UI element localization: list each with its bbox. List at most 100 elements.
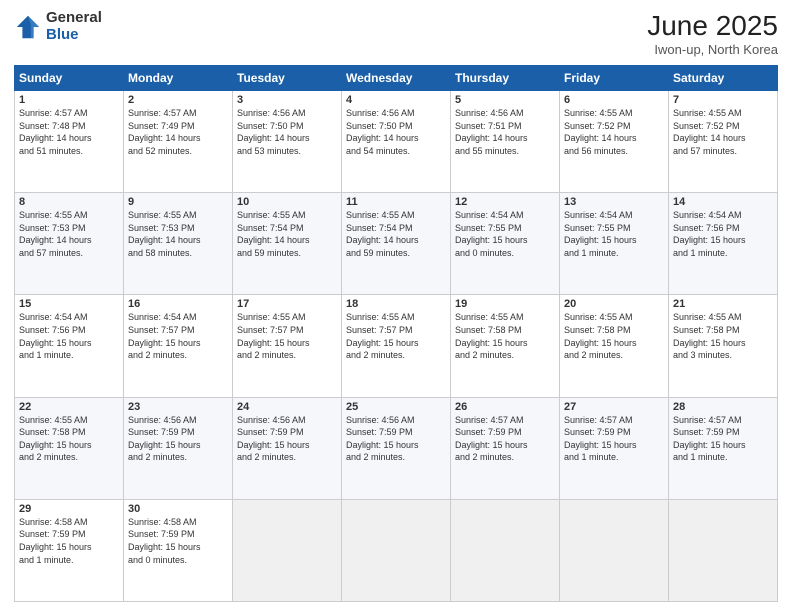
day-info: Sunrise: 4:54 AM Sunset: 7:55 PM Dayligh… xyxy=(455,209,555,259)
calendar-cell: 6Sunrise: 4:55 AM Sunset: 7:52 PM Daylig… xyxy=(560,91,669,193)
calendar-cell: 9Sunrise: 4:55 AM Sunset: 7:53 PM Daylig… xyxy=(124,193,233,295)
day-info: Sunrise: 4:58 AM Sunset: 7:59 PM Dayligh… xyxy=(128,516,228,566)
day-info: Sunrise: 4:54 AM Sunset: 7:57 PM Dayligh… xyxy=(128,311,228,361)
day-number: 3 xyxy=(237,94,337,106)
day-number: 8 xyxy=(19,196,119,208)
calendar-cell: 22Sunrise: 4:55 AM Sunset: 7:58 PM Dayli… xyxy=(15,397,124,499)
calendar-cell: 4Sunrise: 4:56 AM Sunset: 7:50 PM Daylig… xyxy=(342,91,451,193)
calendar-cell: 16Sunrise: 4:54 AM Sunset: 7:57 PM Dayli… xyxy=(124,295,233,397)
day-info: Sunrise: 4:55 AM Sunset: 7:53 PM Dayligh… xyxy=(19,209,119,259)
logo-general-text: General xyxy=(46,10,102,27)
day-number: 21 xyxy=(673,298,773,310)
day-info: Sunrise: 4:57 AM Sunset: 7:49 PM Dayligh… xyxy=(128,107,228,157)
day-info: Sunrise: 4:55 AM Sunset: 7:57 PM Dayligh… xyxy=(346,311,446,361)
weekday-header-sunday: Sunday xyxy=(15,66,124,91)
calendar-week-1: 1Sunrise: 4:57 AM Sunset: 7:48 PM Daylig… xyxy=(15,91,778,193)
day-info: Sunrise: 4:55 AM Sunset: 7:57 PM Dayligh… xyxy=(237,311,337,361)
calendar-cell: 18Sunrise: 4:55 AM Sunset: 7:57 PM Dayli… xyxy=(342,295,451,397)
weekday-header-wednesday: Wednesday xyxy=(342,66,451,91)
calendar-cell: 10Sunrise: 4:55 AM Sunset: 7:54 PM Dayli… xyxy=(233,193,342,295)
calendar-cell: 15Sunrise: 4:54 AM Sunset: 7:56 PM Dayli… xyxy=(15,295,124,397)
day-number: 5 xyxy=(455,94,555,106)
weekday-header-monday: Monday xyxy=(124,66,233,91)
day-info: Sunrise: 4:56 AM Sunset: 7:59 PM Dayligh… xyxy=(237,414,337,464)
calendar-cell xyxy=(451,499,560,601)
calendar-cell: 5Sunrise: 4:56 AM Sunset: 7:51 PM Daylig… xyxy=(451,91,560,193)
day-info: Sunrise: 4:55 AM Sunset: 7:58 PM Dayligh… xyxy=(455,311,555,361)
calendar-cell xyxy=(669,499,778,601)
logo-blue-text: Blue xyxy=(46,27,102,44)
day-info: Sunrise: 4:54 AM Sunset: 7:55 PM Dayligh… xyxy=(564,209,664,259)
calendar-table: SundayMondayTuesdayWednesdayThursdayFrid… xyxy=(14,65,778,602)
calendar-cell: 11Sunrise: 4:55 AM Sunset: 7:54 PM Dayli… xyxy=(342,193,451,295)
day-info: Sunrise: 4:56 AM Sunset: 7:59 PM Dayligh… xyxy=(128,414,228,464)
calendar-cell: 21Sunrise: 4:55 AM Sunset: 7:58 PM Dayli… xyxy=(669,295,778,397)
day-number: 19 xyxy=(455,298,555,310)
day-number: 27 xyxy=(564,401,664,413)
day-number: 2 xyxy=(128,94,228,106)
calendar-cell: 20Sunrise: 4:55 AM Sunset: 7:58 PM Dayli… xyxy=(560,295,669,397)
calendar-cell: 8Sunrise: 4:55 AM Sunset: 7:53 PM Daylig… xyxy=(15,193,124,295)
title-month: June 2025 xyxy=(647,10,778,42)
weekday-header-thursday: Thursday xyxy=(451,66,560,91)
day-number: 22 xyxy=(19,401,119,413)
calendar-cell: 1Sunrise: 4:57 AM Sunset: 7:48 PM Daylig… xyxy=(15,91,124,193)
day-number: 15 xyxy=(19,298,119,310)
calendar-cell: 19Sunrise: 4:55 AM Sunset: 7:58 PM Dayli… xyxy=(451,295,560,397)
day-info: Sunrise: 4:57 AM Sunset: 7:59 PM Dayligh… xyxy=(564,414,664,464)
logo: General Blue xyxy=(14,10,102,43)
day-number: 10 xyxy=(237,196,337,208)
day-info: Sunrise: 4:56 AM Sunset: 7:59 PM Dayligh… xyxy=(346,414,446,464)
day-number: 16 xyxy=(128,298,228,310)
day-number: 24 xyxy=(237,401,337,413)
day-info: Sunrise: 4:54 AM Sunset: 7:56 PM Dayligh… xyxy=(673,209,773,259)
calendar-cell: 25Sunrise: 4:56 AM Sunset: 7:59 PM Dayli… xyxy=(342,397,451,499)
day-info: Sunrise: 4:58 AM Sunset: 7:59 PM Dayligh… xyxy=(19,516,119,566)
title-location: Iwon-up, North Korea xyxy=(647,42,778,57)
calendar-cell: 14Sunrise: 4:54 AM Sunset: 7:56 PM Dayli… xyxy=(669,193,778,295)
calendar-cell: 2Sunrise: 4:57 AM Sunset: 7:49 PM Daylig… xyxy=(124,91,233,193)
calendar-week-2: 8Sunrise: 4:55 AM Sunset: 7:53 PM Daylig… xyxy=(15,193,778,295)
calendar-cell xyxy=(233,499,342,601)
calendar-cell: 17Sunrise: 4:55 AM Sunset: 7:57 PM Dayli… xyxy=(233,295,342,397)
page: General Blue June 2025 Iwon-up, North Ko… xyxy=(0,0,792,612)
day-number: 13 xyxy=(564,196,664,208)
logo-icon xyxy=(14,13,42,41)
day-info: Sunrise: 4:55 AM Sunset: 7:52 PM Dayligh… xyxy=(673,107,773,157)
calendar-cell xyxy=(560,499,669,601)
day-number: 4 xyxy=(346,94,446,106)
day-info: Sunrise: 4:54 AM Sunset: 7:56 PM Dayligh… xyxy=(19,311,119,361)
calendar-cell: 29Sunrise: 4:58 AM Sunset: 7:59 PM Dayli… xyxy=(15,499,124,601)
day-info: Sunrise: 4:55 AM Sunset: 7:58 PM Dayligh… xyxy=(19,414,119,464)
calendar-cell: 23Sunrise: 4:56 AM Sunset: 7:59 PM Dayli… xyxy=(124,397,233,499)
day-info: Sunrise: 4:55 AM Sunset: 7:54 PM Dayligh… xyxy=(346,209,446,259)
day-number: 29 xyxy=(19,503,119,515)
day-number: 6 xyxy=(564,94,664,106)
calendar-cell: 28Sunrise: 4:57 AM Sunset: 7:59 PM Dayli… xyxy=(669,397,778,499)
day-number: 7 xyxy=(673,94,773,106)
calendar-cell: 12Sunrise: 4:54 AM Sunset: 7:55 PM Dayli… xyxy=(451,193,560,295)
header: General Blue June 2025 Iwon-up, North Ko… xyxy=(14,10,778,57)
calendar-header-row: SundayMondayTuesdayWednesdayThursdayFrid… xyxy=(15,66,778,91)
day-number: 11 xyxy=(346,196,446,208)
day-info: Sunrise: 4:55 AM Sunset: 7:58 PM Dayligh… xyxy=(564,311,664,361)
day-info: Sunrise: 4:57 AM Sunset: 7:59 PM Dayligh… xyxy=(673,414,773,464)
day-info: Sunrise: 4:55 AM Sunset: 7:53 PM Dayligh… xyxy=(128,209,228,259)
day-number: 20 xyxy=(564,298,664,310)
day-number: 12 xyxy=(455,196,555,208)
day-info: Sunrise: 4:56 AM Sunset: 7:50 PM Dayligh… xyxy=(346,107,446,157)
calendar-cell: 27Sunrise: 4:57 AM Sunset: 7:59 PM Dayli… xyxy=(560,397,669,499)
calendar-cell: 24Sunrise: 4:56 AM Sunset: 7:59 PM Dayli… xyxy=(233,397,342,499)
weekday-header-friday: Friday xyxy=(560,66,669,91)
calendar-cell: 7Sunrise: 4:55 AM Sunset: 7:52 PM Daylig… xyxy=(669,91,778,193)
day-info: Sunrise: 4:56 AM Sunset: 7:50 PM Dayligh… xyxy=(237,107,337,157)
title-block: June 2025 Iwon-up, North Korea xyxy=(647,10,778,57)
calendar-cell xyxy=(342,499,451,601)
day-number: 1 xyxy=(19,94,119,106)
day-info: Sunrise: 4:55 AM Sunset: 7:58 PM Dayligh… xyxy=(673,311,773,361)
calendar-cell: 13Sunrise: 4:54 AM Sunset: 7:55 PM Dayli… xyxy=(560,193,669,295)
calendar-week-3: 15Sunrise: 4:54 AM Sunset: 7:56 PM Dayli… xyxy=(15,295,778,397)
day-number: 17 xyxy=(237,298,337,310)
day-number: 14 xyxy=(673,196,773,208)
day-number: 28 xyxy=(673,401,773,413)
